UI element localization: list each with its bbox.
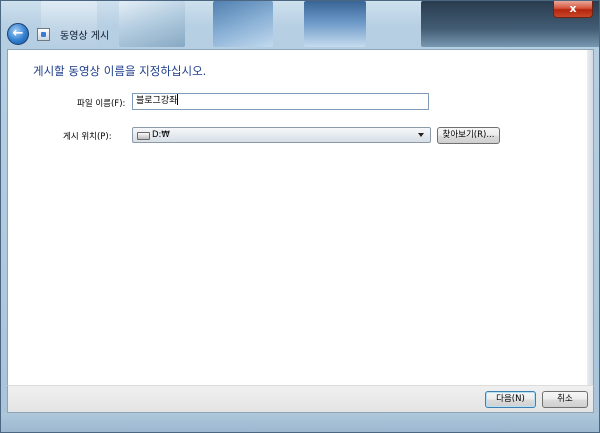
file-name-label: 파일 이름(F): [77,99,126,109]
window-title: 동영상 게시 [60,30,110,42]
back-arrow-icon: ← [12,26,24,41]
location-value: D:₩ [152,130,170,140]
window-frame-bottom [1,413,599,432]
wizard-footer: 다음(N) 취소 [7,385,594,413]
glass-decoration [213,1,273,47]
location-label: 게시 위치(P): [63,132,112,142]
glass-decoration [304,1,366,47]
navigation-bar: ← 동영상 게시 [7,22,109,46]
browse-button[interactable]: 찾아보기(R)... [437,127,500,144]
close-button[interactable]: x [553,1,593,18]
text-caret [177,94,179,105]
cancel-button[interactable]: 취소 [542,391,588,408]
chevron-down-icon [418,133,424,137]
content-edge [587,50,593,385]
publish-movie-window: x ← 동영상 게시 게시할 동영상 이름을 지정하십시오. 파일 이름(F):… [0,0,600,433]
back-button[interactable]: ← [7,23,29,45]
file-name-value: 블로그강좌 [136,96,178,106]
drive-icon [137,132,150,140]
file-name-input[interactable]: 블로그강좌 [132,93,429,110]
page-heading: 게시할 동영상 이름을 지정하십시오. [33,64,207,78]
glass-decoration [119,1,185,47]
wizard-content: 게시할 동영상 이름을 지정하십시오. 파일 이름(F): 블로그강좌 게시 위… [7,49,594,385]
movie-maker-icon [37,27,50,41]
location-select[interactable]: D:₩ [132,127,431,143]
close-icon: x [569,2,577,15]
next-button[interactable]: 다음(N) [485,391,536,408]
